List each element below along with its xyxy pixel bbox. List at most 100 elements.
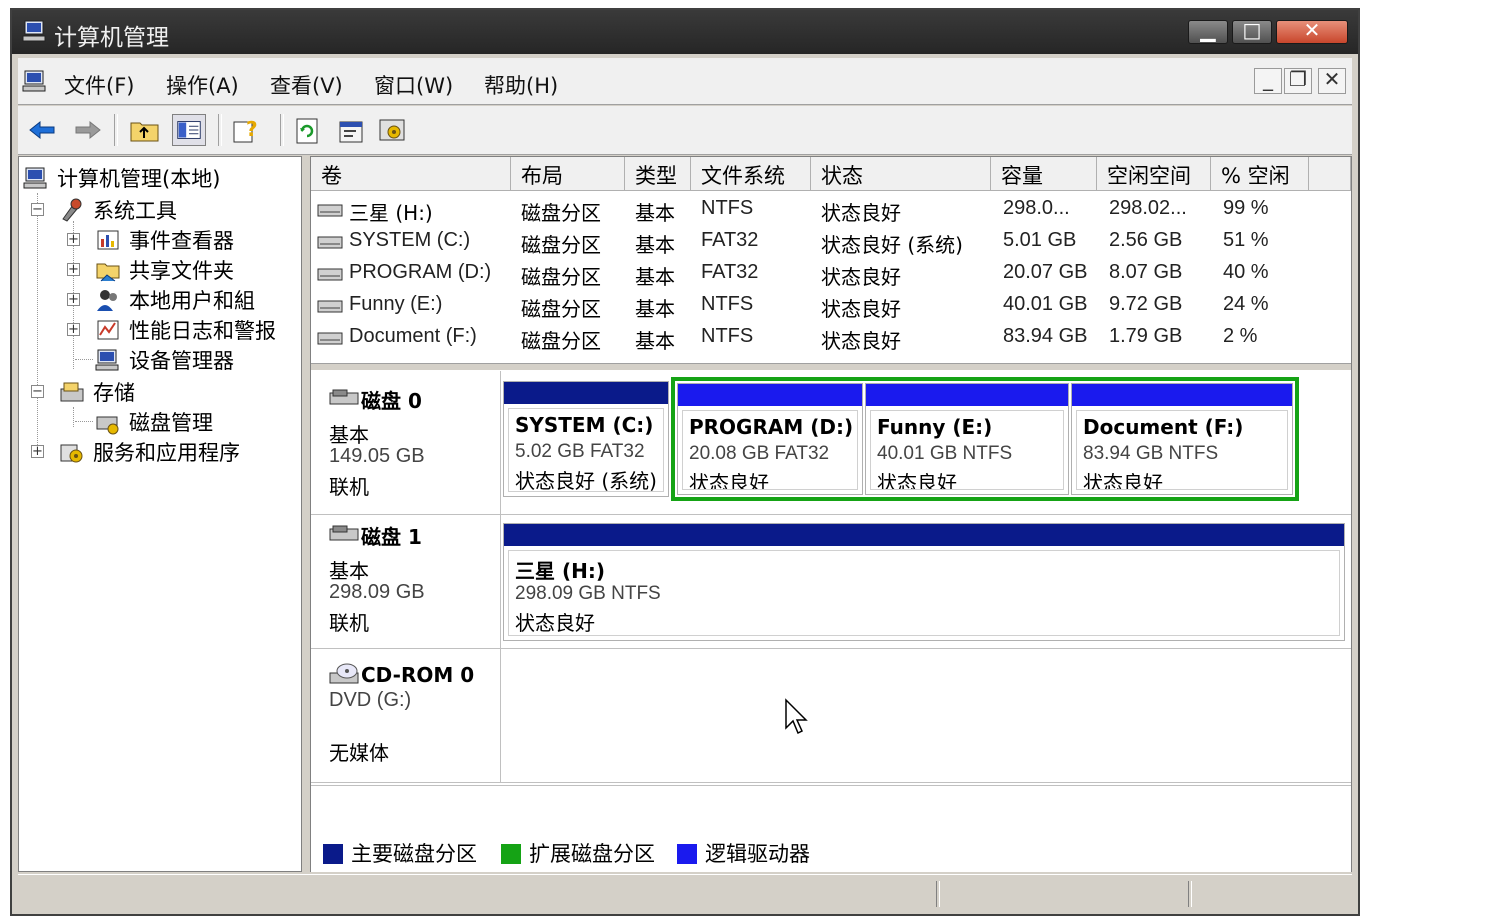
volume-name: Document (F:) xyxy=(349,325,477,347)
mdi-close-button[interactable]: ✕ xyxy=(1318,67,1346,94)
extended-partition[interactable]: PROGRAM (D:) 20.08 GB FAT32 状态良好 Funny (… xyxy=(671,377,1299,501)
partition-program-d[interactable]: PROGRAM (D:) 20.08 GB FAT32 状态良好 xyxy=(677,383,863,495)
menu-file[interactable]: 文件(F) xyxy=(64,70,134,100)
menu-help[interactable]: 帮助(H) xyxy=(484,70,558,100)
partition-info: 40.01 GB NTFS xyxy=(877,443,1013,464)
refresh-icon[interactable] xyxy=(290,114,324,146)
menu-view[interactable]: 查看(V) xyxy=(270,70,343,100)
column-header-filesystem[interactable]: 文件系统 xyxy=(691,157,811,191)
volume-name: 三星 (H:) xyxy=(349,201,433,225)
partition-body: SYSTEM (C:) 5.02 GB FAT32 状态良好 (系统) xyxy=(508,408,664,492)
cdrom-drive: DVD (G:) xyxy=(329,689,412,711)
column-header-filler xyxy=(1309,157,1351,191)
logical-drive-bar xyxy=(866,384,1068,406)
minimize-icon: _ xyxy=(1263,67,1273,91)
toolbar-separator xyxy=(280,114,284,146)
title-bar[interactable]: 计算机管理 ▁ □ ✕ xyxy=(12,10,1358,54)
app-menu-icon[interactable] xyxy=(22,68,48,94)
device-manager-icon xyxy=(95,349,119,371)
volume-status: 状态良好 xyxy=(821,265,901,289)
volume-type: 基本 xyxy=(635,201,675,225)
help-icon[interactable]: ? xyxy=(230,114,264,146)
volume-layout: 磁盘分区 xyxy=(521,265,601,289)
column-label: % 空闲 xyxy=(1221,164,1290,188)
back-arrow-icon[interactable] xyxy=(26,114,60,146)
volume-percent-free: 51 % xyxy=(1223,229,1269,251)
volume-row[interactable]: PROGRAM (D:) 磁盘分区 基本 FAT32 状态良好 20.07 GB… xyxy=(311,259,1351,291)
event-viewer-icon xyxy=(97,230,119,250)
window-title: 计算机管理 xyxy=(54,25,169,51)
expand-icon[interactable]: + xyxy=(67,293,80,306)
volume-percent-free: 40 % xyxy=(1223,261,1269,283)
expand-icon[interactable]: + xyxy=(67,263,80,276)
disk-status: 联机 xyxy=(329,611,369,635)
services-icon xyxy=(60,444,83,463)
expand-icon[interactable]: + xyxy=(67,233,80,246)
partition-info: 5.02 GB FAT32 xyxy=(515,441,645,462)
volume-name: Funny (E:) xyxy=(349,293,443,315)
partition-samsung-h[interactable]: 三星 (H:) 298.09 GB NTFS 状态良好 xyxy=(503,523,1345,641)
column-label: 空闲空间 xyxy=(1107,164,1191,188)
column-label: 文件系统 xyxy=(701,164,785,188)
volume-filesystem: NTFS xyxy=(701,293,754,315)
volume-row[interactable]: Funny (E:) 磁盘分区 基本 NTFS 状态良好 40.01 GB 9.… xyxy=(311,291,1351,323)
primary-partition-swatch xyxy=(323,844,343,864)
column-header-percent-free[interactable]: % 空闲 xyxy=(1211,157,1309,191)
partition-name: SYSTEM (C:) xyxy=(515,413,654,437)
forward-arrow-icon[interactable] xyxy=(70,114,104,146)
volume-row[interactable]: 三星 (H:) 磁盘分区 基本 NTFS 状态良好 298.0... 298.0… xyxy=(311,195,1351,227)
tree-label: 本地用户和組 xyxy=(129,289,255,313)
show-hide-tree-icon[interactable] xyxy=(172,114,206,146)
collapse-icon[interactable]: − xyxy=(31,385,44,398)
maximize-button[interactable]: □ xyxy=(1232,18,1272,44)
partition-funny-e[interactable]: Funny (E:) 40.01 GB NTFS 状态良好 xyxy=(865,383,1069,495)
restore-icon: ❐ xyxy=(1289,67,1307,91)
expand-icon[interactable]: + xyxy=(67,323,80,336)
column-header-status[interactable]: 状态 xyxy=(811,157,991,191)
column-header-type[interactable]: 类型 xyxy=(625,157,691,191)
partition-info: 20.08 GB FAT32 xyxy=(689,443,830,464)
minimize-button[interactable]: ▁ xyxy=(1188,18,1228,44)
volume-row[interactable]: Document (F:) 磁盘分区 基本 NTFS 状态良好 83.94 GB… xyxy=(311,323,1351,355)
cdrom-icon xyxy=(329,663,359,684)
properties-icon[interactable] xyxy=(334,114,368,146)
volume-status: 状态良好 xyxy=(821,201,901,225)
close-button[interactable]: ✕ xyxy=(1276,18,1348,44)
volume-percent-free: 99 % xyxy=(1223,197,1269,219)
partition-info: 83.94 GB NTFS xyxy=(1083,443,1219,464)
menu-window[interactable]: 窗口(W) xyxy=(374,70,453,100)
volume-free-space: 1.79 GB xyxy=(1109,325,1183,347)
partition-system-c[interactable]: SYSTEM (C:) 5.02 GB FAT32 状态良好 (系统) xyxy=(503,381,669,497)
disk-type: 基本 xyxy=(329,559,369,583)
mdi-minimize-button[interactable]: _ xyxy=(1254,67,1282,94)
column-label: 卷 xyxy=(321,164,342,188)
column-header-layout[interactable]: 布局 xyxy=(511,157,625,191)
toolbar-separator xyxy=(114,114,118,146)
console-tool-icon[interactable] xyxy=(376,114,410,146)
mdi-restore-button[interactable]: ❐ xyxy=(1284,67,1312,94)
tree-label: 设备管理器 xyxy=(129,349,234,373)
partition-document-f[interactable]: Document (F:) 83.94 GB NTFS 状态良好 xyxy=(1071,383,1293,495)
drive-icon xyxy=(317,204,343,217)
cdrom-0-label[interactable]: CD-ROM 0 DVD (G:) 无媒体 xyxy=(311,649,501,783)
volume-row[interactable]: SYSTEM (C:) 磁盘分区 基本 FAT32 状态良好 (系统) 5.01… xyxy=(311,227,1351,259)
computer-icon xyxy=(22,20,46,42)
cdrom-0-area[interactable] xyxy=(501,649,1351,783)
volume-layout: 磁盘分区 xyxy=(521,329,601,353)
volume-name: SYSTEM (C:) xyxy=(349,229,471,251)
volume-free-space: 9.72 GB xyxy=(1109,293,1183,315)
column-header-volume[interactable]: 卷 xyxy=(311,157,511,191)
partition-body: PROGRAM (D:) 20.08 GB FAT32 状态良好 xyxy=(682,410,858,490)
up-folder-icon[interactable] xyxy=(128,114,162,146)
disk-icon xyxy=(329,389,359,405)
menu-action[interactable]: 操作(A) xyxy=(166,70,239,100)
volume-filesystem: FAT32 xyxy=(701,229,759,251)
column-header-free-space[interactable]: 空闲空间 xyxy=(1097,157,1211,191)
pane-splitter[interactable] xyxy=(311,363,1351,371)
disk-status: 联机 xyxy=(329,475,369,499)
collapse-icon[interactable]: − xyxy=(31,203,44,216)
column-header-capacity[interactable]: 容量 xyxy=(991,157,1097,191)
expand-icon[interactable]: + xyxy=(31,445,44,458)
disk-0-label[interactable]: 磁盘 0 基本 149.05 GB 联机 xyxy=(311,371,501,515)
disk-1-label[interactable]: 磁盘 1 基本 298.09 GB 联机 xyxy=(311,515,501,649)
